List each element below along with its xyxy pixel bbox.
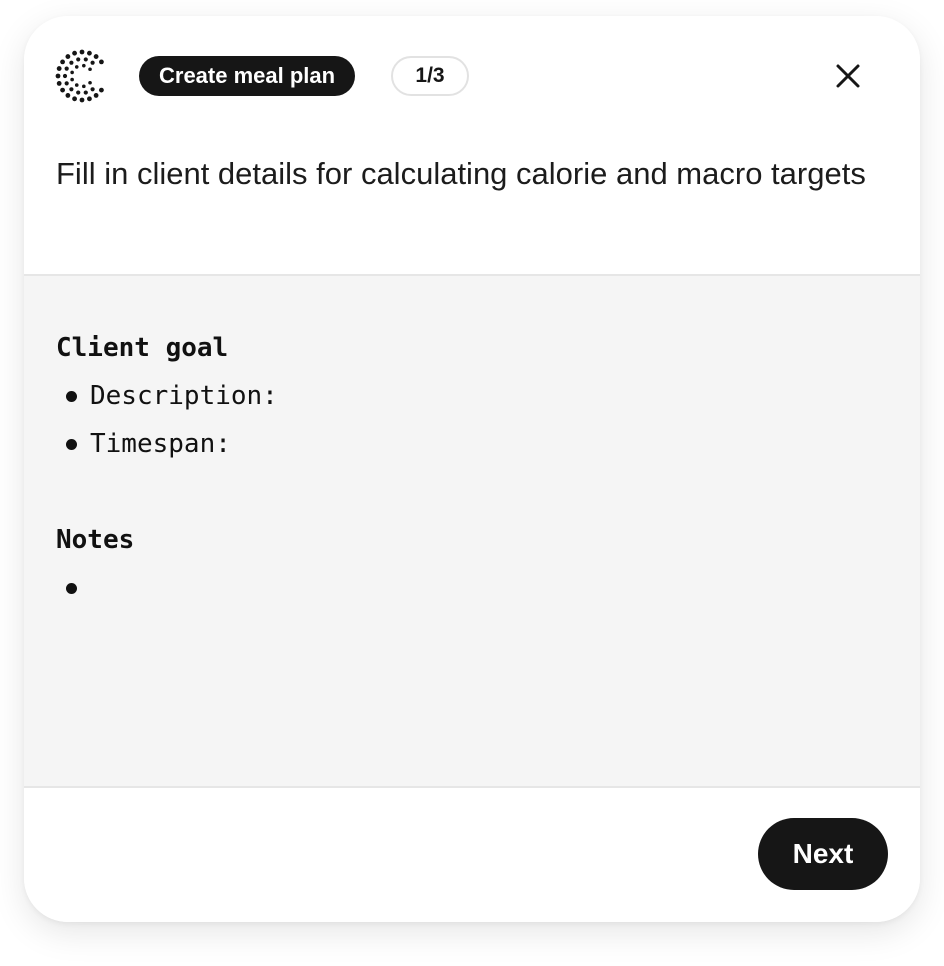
description-label: Description: bbox=[90, 381, 278, 411]
notes-heading: Notes bbox=[56, 525, 135, 555]
bullet-icon bbox=[66, 582, 77, 594]
meal-plan-modal: Create meal plan 1/3 Fill in client deta… bbox=[24, 16, 920, 922]
close-button[interactable] bbox=[828, 56, 868, 96]
modal-footer: Next bbox=[24, 788, 920, 922]
list-item bbox=[66, 572, 90, 604]
create-meal-plan-badge: Create meal plan bbox=[139, 56, 356, 96]
list-item: Description: bbox=[66, 380, 278, 412]
modal-subtitle: Fill in client details for calculating c… bbox=[56, 156, 866, 191]
dotted-c-logo-icon bbox=[55, 49, 104, 103]
next-button[interactable]: Next bbox=[758, 818, 888, 890]
close-icon bbox=[836, 64, 860, 88]
modal-header: Create meal plan 1/3 Fill in client deta… bbox=[24, 16, 920, 276]
timespan-label: Timespan: bbox=[90, 429, 231, 459]
client-goal-heading: Client goal bbox=[56, 333, 229, 363]
list-item: Timespan: bbox=[66, 428, 231, 460]
bullet-icon bbox=[66, 390, 77, 402]
step-indicator-badge: 1/3 bbox=[391, 56, 469, 96]
client-details-editor[interactable]: Client goal Description: Timespan: Notes bbox=[24, 276, 920, 788]
bullet-icon bbox=[66, 438, 77, 450]
